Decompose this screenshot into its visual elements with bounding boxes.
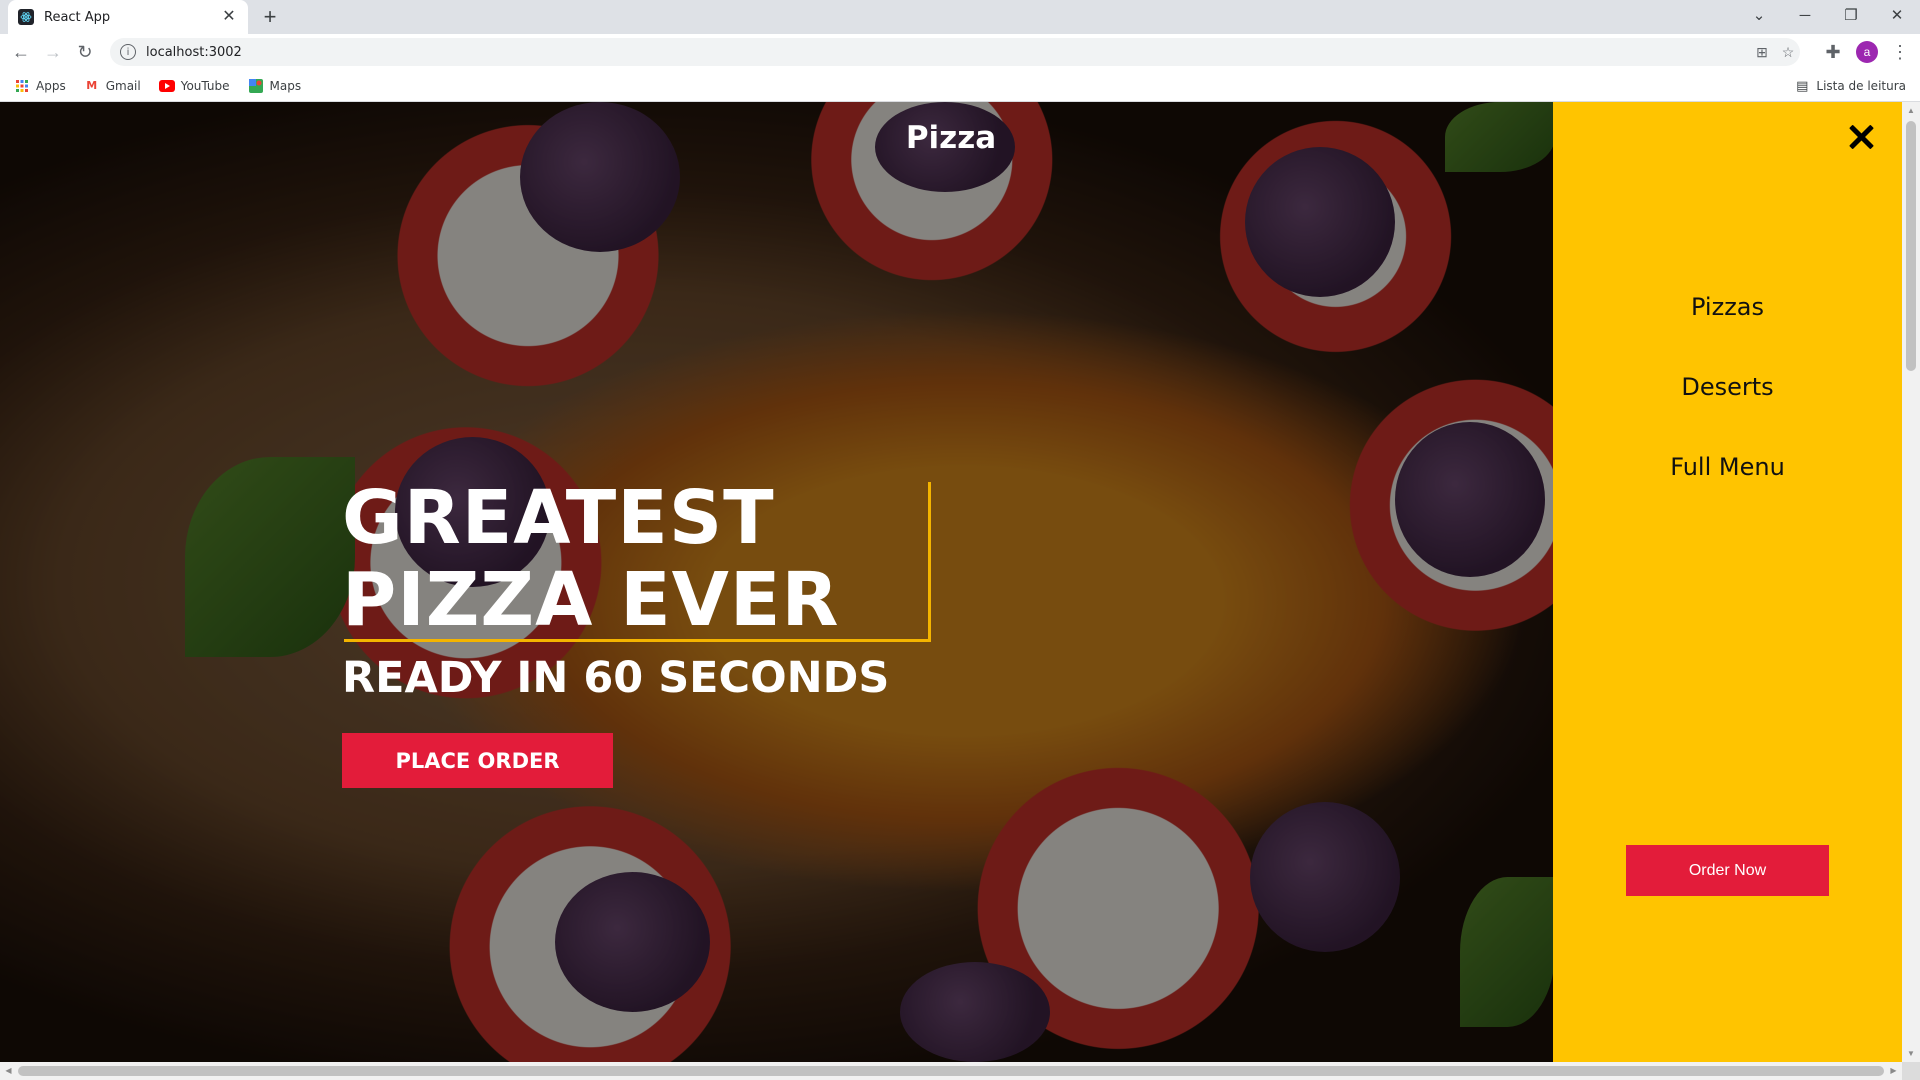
drawer-link-full-menu[interactable]: Full Menu — [1553, 452, 1902, 532]
headline-line-1: GREATEST — [342, 475, 775, 561]
extensions-icon[interactable]: ✚ — [1820, 39, 1846, 65]
bookmark-star-icon[interactable]: ☆ — [1776, 38, 1800, 66]
scrollbar-corner — [1902, 1062, 1920, 1080]
reading-list-label: Lista de leitura — [1816, 79, 1906, 93]
vertical-scrollbar[interactable]: ▲ ▼ — [1902, 102, 1920, 1062]
restore-icon[interactable]: ❐ — [1828, 0, 1874, 30]
minimize-icon[interactable]: ─ — [1782, 0, 1828, 30]
profile-avatar[interactable]: a — [1856, 41, 1878, 63]
new-tab-button[interactable]: + — [258, 5, 282, 29]
scroll-up-arrow-icon[interactable]: ▲ — [1902, 102, 1920, 119]
reading-list-button[interactable]: ▤ Lista de leitura — [1796, 70, 1906, 102]
reading-list-icon: ▤ — [1796, 78, 1809, 94]
tab-search-icon[interactable]: ⌄ — [1736, 0, 1782, 30]
drawer-link-deserts[interactable]: Deserts — [1553, 372, 1902, 452]
side-drawer: Pizzas Deserts Full Menu Order Now — [1553, 102, 1902, 1062]
bookmarks-bar: Apps M Gmail YouTube Maps ▤ Lista de lei… — [0, 70, 1920, 102]
scroll-down-arrow-icon[interactable]: ▼ — [1902, 1045, 1920, 1062]
drawer-link-pizzas[interactable]: Pizzas — [1553, 292, 1902, 372]
tab-close-icon[interactable]: ✕ — [220, 8, 238, 26]
bookmark-label: Apps — [36, 78, 66, 93]
headline-line-2: PIZZA EVER — [342, 557, 840, 643]
bookmark-label: Gmail — [105, 78, 141, 93]
address-bar[interactable]: i localhost:3002 ⊞ ☆ — [110, 38, 1800, 66]
bookmark-apps[interactable]: Apps — [14, 78, 66, 94]
maps-icon — [248, 78, 264, 94]
close-window-icon[interactable]: ✕ — [1874, 0, 1920, 30]
hero-subheadline: READY IN 60 SECONDS — [342, 653, 890, 703]
vertical-scroll-thumb[interactable] — [1906, 121, 1916, 371]
bookmark-youtube[interactable]: YouTube — [158, 78, 230, 94]
menu-kebab-icon[interactable]: ⋮ — [1891, 39, 1909, 65]
close-icon[interactable] — [1846, 122, 1876, 152]
drawer-nav: Pizzas Deserts Full Menu — [1553, 292, 1902, 532]
bookmark-label: Maps — [269, 78, 302, 93]
url-text: localhost:3002 — [146, 44, 242, 60]
forward-icon[interactable]: → — [40, 39, 66, 65]
browser-toolbar: ← → ↻ i localhost:3002 ⊞ ☆ ✚ a ⋮ — [0, 34, 1920, 70]
tab-title: React App — [44, 9, 111, 25]
horizontal-scroll-thumb[interactable] — [18, 1066, 1884, 1076]
site-info-icon[interactable]: i — [120, 44, 136, 60]
place-order-button[interactable]: PLACE ORDER — [342, 733, 613, 788]
tab-strip: React App ✕ + ⌄ ─ ❐ ✕ — [0, 0, 1920, 34]
horizontal-scrollbar[interactable]: ◀ ▶ — [0, 1062, 1902, 1080]
youtube-icon — [158, 78, 175, 94]
react-favicon-icon — [18, 9, 34, 25]
bookmark-label: YouTube — [180, 78, 230, 93]
back-icon[interactable]: ← — [8, 39, 34, 65]
order-now-button[interactable]: Order Now — [1626, 845, 1829, 896]
gmail-icon: M — [86, 79, 98, 92]
translate-icon[interactable]: ⊞ — [1750, 38, 1774, 66]
bookmark-gmail[interactable]: M Gmail — [84, 78, 141, 94]
apps-grid-icon — [14, 78, 30, 94]
bookmark-maps[interactable]: Maps — [248, 78, 302, 94]
scroll-right-arrow-icon[interactable]: ▶ — [1885, 1062, 1902, 1080]
page-viewport: Pizza GREATEST PIZZA EVER READY IN 60 SE… — [0, 102, 1902, 1062]
browser-tab[interactable]: React App ✕ — [8, 0, 248, 34]
hero-headline: GREATEST PIZZA EVER — [342, 477, 839, 641]
reload-icon[interactable]: ↻ — [72, 39, 98, 65]
scroll-left-arrow-icon[interactable]: ◀ — [0, 1062, 17, 1080]
